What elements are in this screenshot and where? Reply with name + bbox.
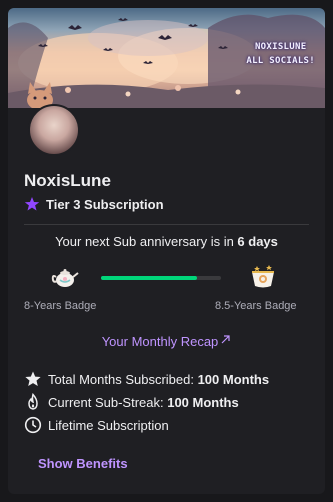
teapot-badge-icon <box>51 262 79 290</box>
monthly-recap-label: Your Monthly Recap <box>101 334 219 349</box>
banner-caption: NOXISLUNE ALL SOCIALS! <box>246 40 315 68</box>
lifetime-row: Lifetime Subscription <box>24 416 169 434</box>
anniversary-text: Your next Sub anniversary is in 6 days <box>8 234 325 249</box>
total-months-value: 100 Months <box>197 371 270 387</box>
subscription-card: NOXISLUNE ALL SOCIALS! NoxisLune Tier 3 … <box>8 8 325 494</box>
anniversary-progress-bar <box>101 276 221 280</box>
sub-streak-row: Current Sub-Streak: 100 Months <box>24 393 239 411</box>
tier-label: Tier 3 Subscription <box>46 196 164 212</box>
show-benefits-button[interactable]: Show Benefits <box>38 456 128 471</box>
avatar[interactable] <box>28 104 80 156</box>
flame-icon <box>24 393 42 411</box>
tier-row: Tier 3 Subscription <box>24 196 164 212</box>
total-months-label: Total Months Subscribed: <box>48 371 198 387</box>
star-icon <box>24 196 40 212</box>
username: NoxisLune <box>24 171 111 190</box>
anniversary-progress-fill <box>101 276 197 280</box>
star-outline-icon <box>24 370 42 388</box>
next-badge-label: 8.5-Years Badge <box>215 300 297 312</box>
teacup-badge-icon <box>249 262 277 290</box>
total-months-row: Total Months Subscribed: 100 Months <box>24 370 269 388</box>
anniversary-days: 6 days <box>237 234 278 249</box>
current-badge-label: 8-Years Badge <box>24 300 97 312</box>
anniversary-prefix: Your next Sub anniversary is in <box>55 234 238 249</box>
sub-streak-value: 100 Months <box>167 394 239 410</box>
profile-banner: NOXISLUNE ALL SOCIALS! <box>8 8 325 108</box>
banner-line-1: NOXISLUNE <box>254 42 307 52</box>
lifetime-label: Lifetime Subscription <box>48 417 169 433</box>
external-link-icon <box>219 334 231 346</box>
sub-streak-label: Current Sub-Streak: <box>48 394 168 410</box>
clock-icon <box>24 416 42 434</box>
monthly-recap-link[interactable]: Your Monthly Recap <box>8 334 325 349</box>
divider <box>24 224 309 225</box>
banner-line-2: ALL SOCIALS! <box>246 56 315 66</box>
